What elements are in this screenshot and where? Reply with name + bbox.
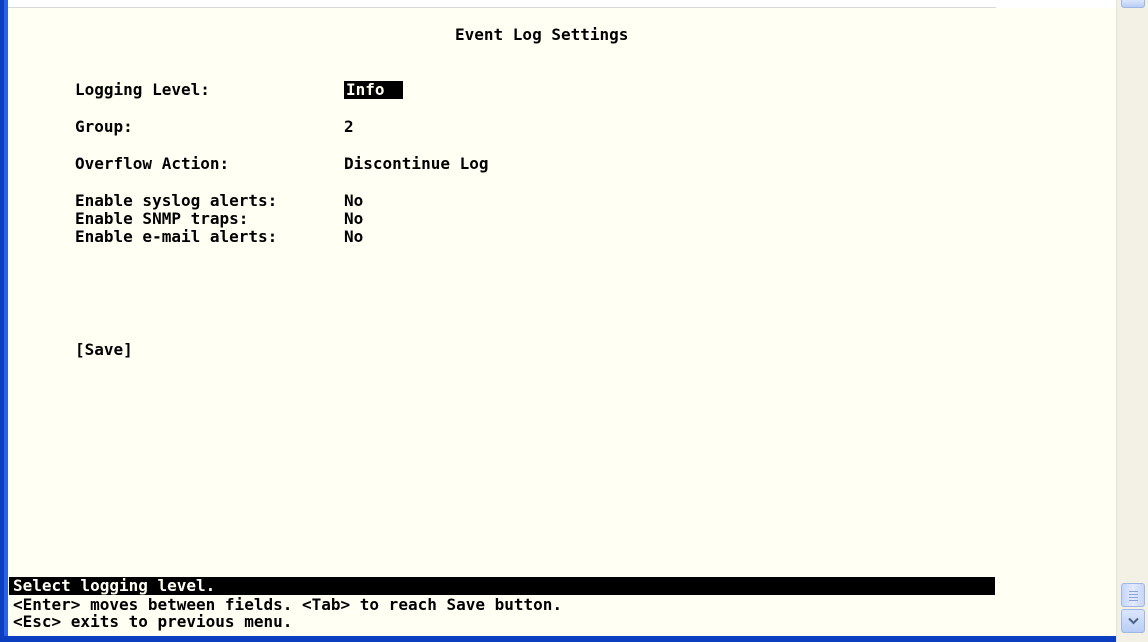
window-top-edge bbox=[8, 0, 996, 8]
logging-level-field[interactable]: Info bbox=[344, 81, 403, 99]
help-text-escape: <Esc> exits to previous menu. bbox=[13, 612, 293, 631]
scroll-thumb[interactable] bbox=[1121, 583, 1145, 607]
terminal-screen[interactable]: Event Log Settings Logging Level: Info G… bbox=[9, 8, 995, 636]
page-title: Event Log Settings bbox=[455, 25, 629, 44]
group-label: Group: bbox=[75, 117, 133, 136]
snmp-traps-label: Enable SNMP traps: bbox=[75, 209, 249, 228]
syslog-alerts-label: Enable syslog alerts: bbox=[75, 191, 278, 210]
thumb-grip-line bbox=[1129, 591, 1138, 592]
logging-level-label: Logging Level: bbox=[75, 80, 210, 99]
thumb-grip-line bbox=[1129, 594, 1138, 595]
scroll-down-button[interactable] bbox=[1121, 609, 1145, 633]
help-text-navigation: <Enter> moves between fields. <Tab> to r… bbox=[13, 595, 563, 614]
window-left-border bbox=[0, 0, 8, 642]
email-alerts-label: Enable e-mail alerts: bbox=[75, 227, 278, 246]
overflow-action-label: Overflow Action: bbox=[75, 154, 230, 173]
overflow-action-field[interactable]: Discontinue Log bbox=[344, 155, 489, 173]
save-button[interactable]: [Save] bbox=[75, 341, 133, 359]
thumb-grip-line bbox=[1129, 597, 1138, 598]
group-field[interactable]: 2 bbox=[344, 118, 354, 136]
thumb-grip-line bbox=[1129, 600, 1138, 601]
vertical-scrollbar[interactable] bbox=[1116, 0, 1148, 642]
status-message: Select logging level. bbox=[13, 576, 216, 595]
snmp-traps-field[interactable]: No bbox=[344, 210, 363, 228]
terminal-right-margin bbox=[995, 8, 1116, 636]
email-alerts-field[interactable]: No bbox=[344, 228, 363, 246]
terminal-window: Event Log Settings Logging Level: Info G… bbox=[0, 0, 1148, 642]
status-bar: Select logging level. bbox=[9, 577, 995, 595]
window-bottom-border bbox=[0, 636, 1148, 642]
chevron-down-icon bbox=[1128, 617, 1139, 625]
syslog-alerts-field[interactable]: No bbox=[344, 192, 363, 210]
scroll-up-button[interactable] bbox=[1121, 0, 1145, 8]
